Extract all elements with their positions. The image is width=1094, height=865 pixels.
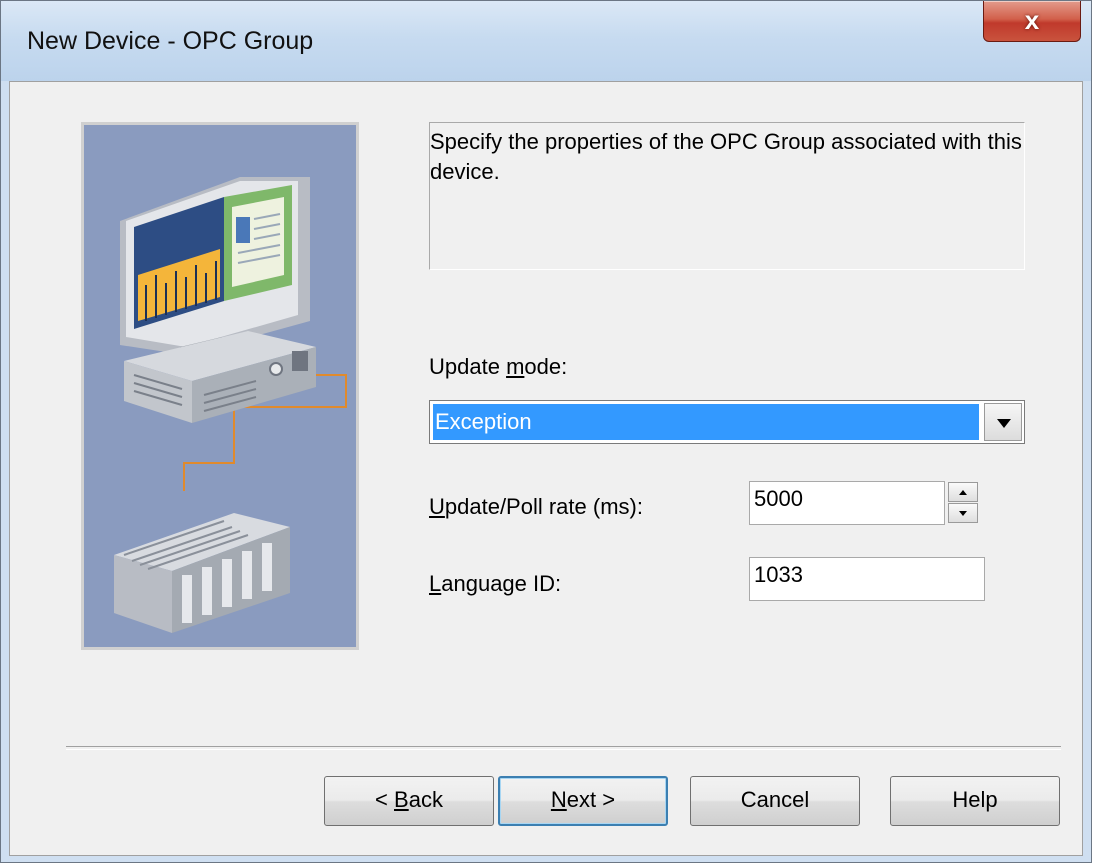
chevron-down-icon[interactable]	[984, 403, 1022, 441]
window-title: New Device - OPC Group	[27, 27, 314, 55]
update-rate-input[interactable]: 5000	[749, 481, 945, 525]
next-button[interactable]: Next >	[498, 776, 668, 826]
dialog-window: New Device - OPC Group x Specify the pro…	[0, 0, 1092, 863]
spin-down-icon[interactable]	[948, 503, 978, 523]
update-rate-spinner	[948, 481, 984, 525]
update-mode-label-accel: m	[506, 354, 525, 379]
back-button-accel: B	[394, 787, 409, 812]
update-rate-label-text: pdate/Poll rate (ms):	[444, 494, 643, 519]
close-icon: x	[1024, 5, 1040, 35]
language-id-label: Language ID:	[429, 571, 561, 597]
language-id-label-text: anguage ID:	[441, 571, 562, 596]
back-button[interactable]: < Back	[324, 776, 494, 826]
language-id-label-accel: L	[429, 571, 442, 596]
update-mode-label-text-2: ode:	[524, 354, 568, 379]
spin-up-icon[interactable]	[948, 482, 978, 502]
computer-plc-illustration	[81, 122, 359, 650]
update-mode-dropdown[interactable]: Exception	[429, 400, 1025, 444]
cancel-button[interactable]: Cancel	[690, 776, 860, 826]
update-rate-label: Update/Poll rate (ms):	[429, 494, 643, 520]
update-mode-label-text-1: Update	[429, 354, 507, 379]
back-button-text-1: <	[375, 787, 395, 812]
back-button-text-2: ack	[408, 787, 443, 812]
dialog-client-area: Specify the properties of the OPC Group …	[9, 81, 1083, 856]
next-button-accel: N	[550, 787, 567, 812]
illustration-graphic	[84, 125, 356, 647]
next-button-text: ext >	[566, 787, 616, 812]
update-mode-label: Update mode:	[429, 354, 567, 380]
language-id-input[interactable]: 1033	[749, 557, 985, 601]
update-mode-selected-value: Exception	[433, 404, 979, 440]
separator-line	[66, 746, 1061, 750]
update-rate-label-accel: U	[429, 494, 445, 519]
title-bar[interactable]: New Device - OPC Group x	[1, 1, 1091, 81]
help-button[interactable]: Help	[890, 776, 1060, 826]
close-button[interactable]: x	[983, 1, 1081, 42]
description-text: Specify the properties of the OPC Group …	[429, 122, 1025, 270]
